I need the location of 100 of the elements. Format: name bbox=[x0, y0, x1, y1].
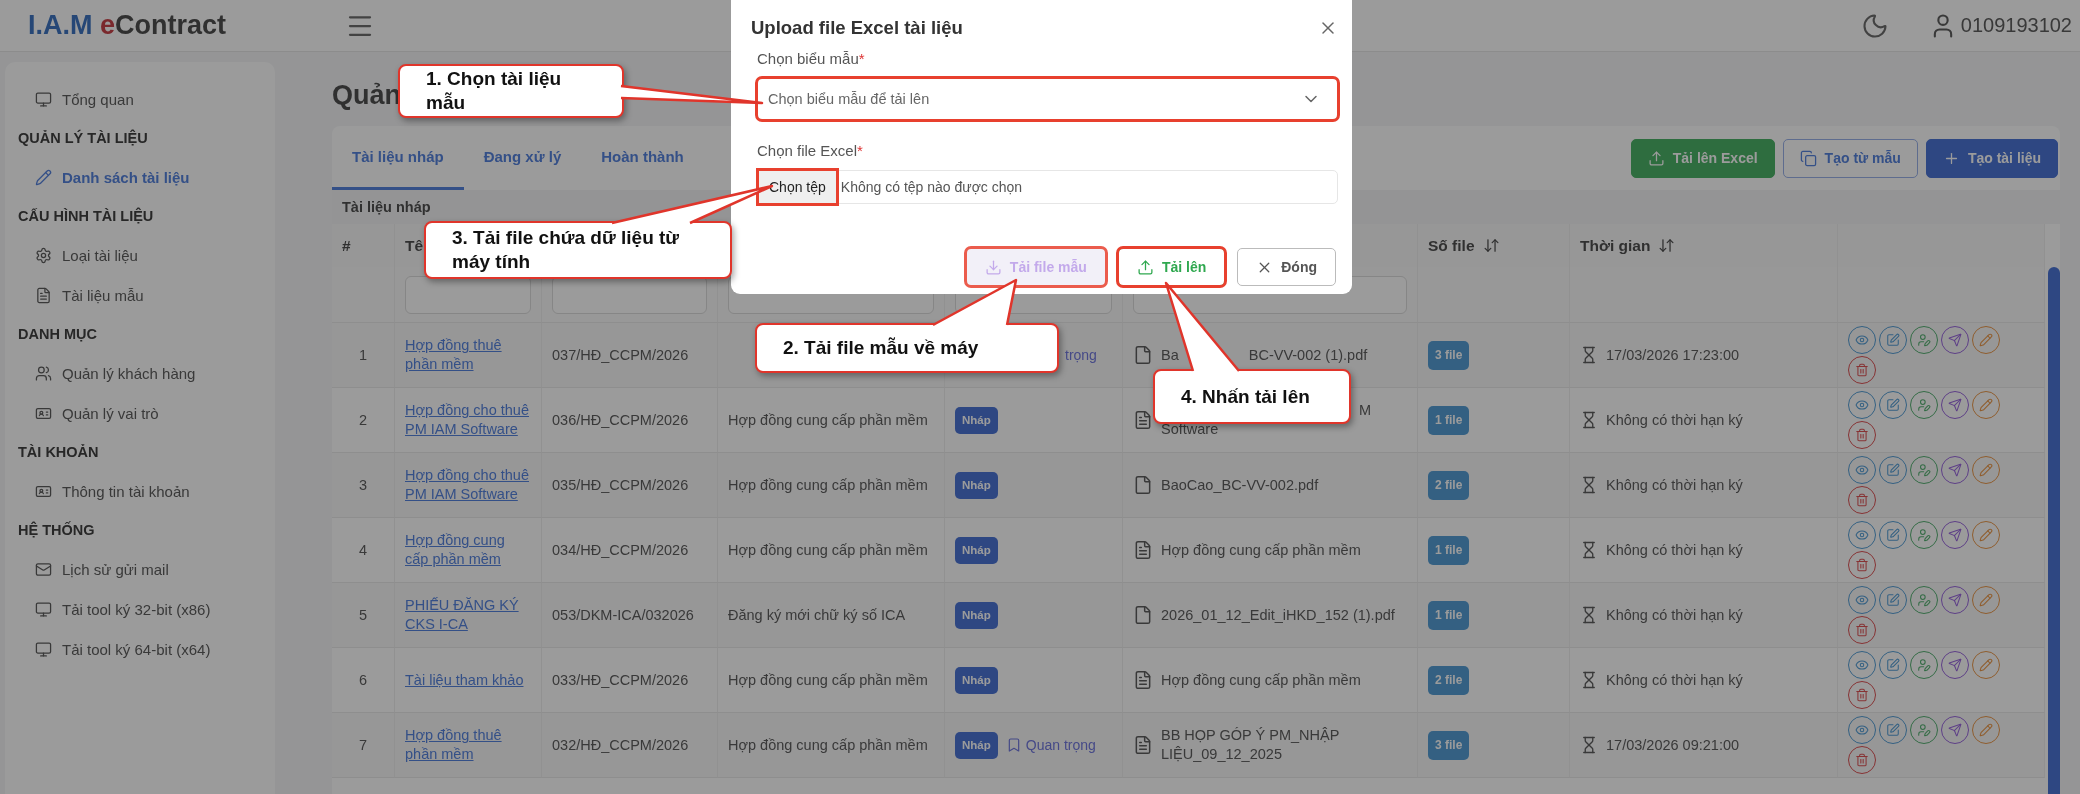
mail-icon bbox=[35, 560, 52, 578]
sidebar-item[interactable]: Loại tài liệu bbox=[5, 235, 275, 275]
sidebar-heading: HỆ THỐNG bbox=[17, 520, 96, 540]
sidebar-item[interactable]: Tải tool ký 32-bit (x86) bbox=[5, 589, 275, 629]
sidebar-heading: CẤU HÌNH TÀI LIỆU bbox=[17, 206, 155, 226]
eye-icon bbox=[1855, 528, 1869, 542]
hourglass-icon bbox=[1580, 346, 1598, 364]
dark-mode-button[interactable] bbox=[1860, 11, 1889, 40]
hourglass-icon bbox=[1580, 671, 1598, 689]
row-number: 4 bbox=[357, 540, 369, 560]
send-icon bbox=[1948, 593, 1962, 607]
document-type: Đăng ký mới chữ ký số ICA bbox=[728, 605, 906, 625]
file-field[interactable]: Chọn tệp Không có tệp nào được chọn bbox=[757, 170, 1338, 204]
deadline-text: Không có thời hạn ký bbox=[1606, 475, 1743, 495]
pencil-icon bbox=[1979, 528, 1993, 542]
document-number: 035/HĐ_CCPM/2026 bbox=[552, 475, 689, 495]
toolbar-button[interactable]: Tải lên Excel bbox=[1630, 138, 1775, 178]
eye-icon bbox=[1855, 333, 1869, 347]
status-badge: Nháp bbox=[955, 731, 998, 759]
column-header[interactable]: Thời gian bbox=[1570, 224, 1838, 267]
monitor-icon bbox=[35, 640, 52, 658]
deadline-text: Không có thời hạn ký bbox=[1606, 410, 1743, 430]
status-badge: Nháp bbox=[955, 666, 998, 694]
page-title: Quản bbox=[332, 78, 401, 112]
tab[interactable]: Hoàn thành bbox=[581, 126, 704, 190]
user-account[interactable]: 0109193102 bbox=[1928, 11, 2072, 40]
pencil-icon bbox=[1979, 723, 1993, 737]
template-select[interactable]: Chọn biểu mẫu để tải lên bbox=[757, 78, 1338, 120]
document-type: Hợp đồng cung cấp phần mềm bbox=[728, 670, 928, 690]
toolbar-button[interactable]: Tạo tài liệu bbox=[1925, 138, 2058, 178]
file-count-badge: 1 file bbox=[1428, 405, 1470, 435]
sidebar-item[interactable]: Thông tin tài khoản bbox=[5, 471, 275, 511]
row-number: 7 bbox=[357, 735, 369, 755]
file-name: BC-VV-002 (1).pdf bbox=[1248, 345, 1368, 365]
filter-field[interactable] bbox=[405, 276, 531, 314]
person-pen-icon bbox=[1917, 658, 1931, 672]
edit-icon bbox=[1886, 398, 1900, 412]
trash-icon bbox=[1855, 753, 1869, 767]
choose-file-button[interactable]: Chọn tệp bbox=[758, 170, 837, 204]
monitor-icon bbox=[35, 600, 52, 618]
person-pen-icon bbox=[1917, 593, 1931, 607]
sidebar-item[interactable]: Tải tool ký 64-bit (x64) bbox=[5, 629, 275, 669]
sort-icon bbox=[1658, 237, 1676, 254]
eye-icon bbox=[1855, 658, 1869, 672]
edit-icon bbox=[1886, 528, 1900, 542]
dialog-button[interactable]: Tải lên bbox=[1117, 248, 1226, 286]
hourglass-icon bbox=[1580, 476, 1598, 494]
copy-icon bbox=[1799, 149, 1817, 167]
document-icon bbox=[1133, 540, 1153, 560]
deadline-text: Không có thời hạn ký bbox=[1606, 605, 1743, 625]
scrollbar[interactable] bbox=[2048, 267, 2060, 794]
field-label: Chọn biểu mẫu* bbox=[757, 50, 866, 69]
sidebar-item[interactable]: Tổng quan bbox=[5, 79, 275, 119]
hourglass-icon bbox=[1580, 411, 1598, 429]
person-pen-icon bbox=[1917, 723, 1931, 737]
file-count-badge: 3 file bbox=[1428, 340, 1470, 370]
document-type: Hợp đồng cung cấp phần mềm bbox=[728, 475, 928, 495]
sort-icon bbox=[1482, 237, 1500, 254]
sidebar-item[interactable]: Quản lý vai trò bbox=[5, 393, 275, 433]
sidebar-item[interactable]: Danh sách tài liệu bbox=[5, 157, 275, 197]
deadline-text: 17/03/2026 17:23:00 bbox=[1606, 345, 1740, 365]
row-number: 3 bbox=[357, 475, 369, 495]
document-number: 053/DKM-ICA/032026 bbox=[552, 605, 694, 625]
eye-icon bbox=[1855, 723, 1869, 737]
toolbar-button[interactable]: Tạo từ mẫu bbox=[1782, 138, 1918, 178]
document-number: 032/HĐ_CCPM/2026 bbox=[552, 735, 689, 755]
send-icon bbox=[1948, 463, 1962, 477]
document-icon bbox=[1133, 735, 1153, 755]
monitor-icon bbox=[35, 90, 52, 108]
file-count-badge: 2 file bbox=[1428, 470, 1470, 500]
document-link[interactable]: Hợp đồng cho thuê PM IAM Software bbox=[405, 401, 531, 439]
row-number: 1 bbox=[357, 345, 369, 365]
sidebar-item[interactable]: Tài liệu mẫu bbox=[5, 275, 275, 315]
dialog-button[interactable]: Đóng bbox=[1237, 248, 1336, 286]
tab[interactable]: Đang xử lý bbox=[463, 126, 582, 190]
document-number: 037/HĐ_CCPM/2026 bbox=[552, 345, 689, 365]
pencil-icon bbox=[1979, 463, 1993, 477]
users-icon bbox=[35, 364, 52, 382]
file-count-badge: 3 file bbox=[1428, 730, 1470, 760]
hourglass-icon bbox=[1580, 541, 1598, 559]
field-label: Chọn file Excel* bbox=[757, 142, 864, 161]
row-number: 5 bbox=[357, 605, 369, 625]
document-type: Hợp đồng cung cấp phần mềm bbox=[728, 735, 928, 755]
status-badge: Nháp bbox=[955, 406, 998, 434]
document-link[interactable]: Tài liệu tham khảo bbox=[405, 670, 524, 690]
pencil-icon bbox=[1979, 593, 1993, 607]
file-icon bbox=[1133, 475, 1153, 495]
important-tag: trọng bbox=[1065, 345, 1097, 365]
deadline-text: Không có thời hạn ký bbox=[1606, 670, 1743, 690]
document-link[interactable]: Hợp đồng cung cấp phần mềm bbox=[405, 531, 531, 569]
sidebar-item[interactable]: Lịch sử gửi mail bbox=[5, 549, 275, 589]
app-logo: I.A.M eContract bbox=[28, 10, 228, 41]
sidebar-item[interactable]: Quản lý khách hàng bbox=[5, 353, 275, 393]
file-icon bbox=[1133, 345, 1153, 365]
person-pen-icon bbox=[1917, 463, 1931, 477]
send-icon bbox=[1948, 528, 1962, 542]
column-header[interactable]: Số file bbox=[1418, 224, 1570, 267]
document-icon bbox=[1133, 410, 1153, 430]
edit-icon bbox=[1886, 658, 1900, 672]
document-number: 036/HĐ_CCPM/2026 bbox=[552, 410, 689, 430]
